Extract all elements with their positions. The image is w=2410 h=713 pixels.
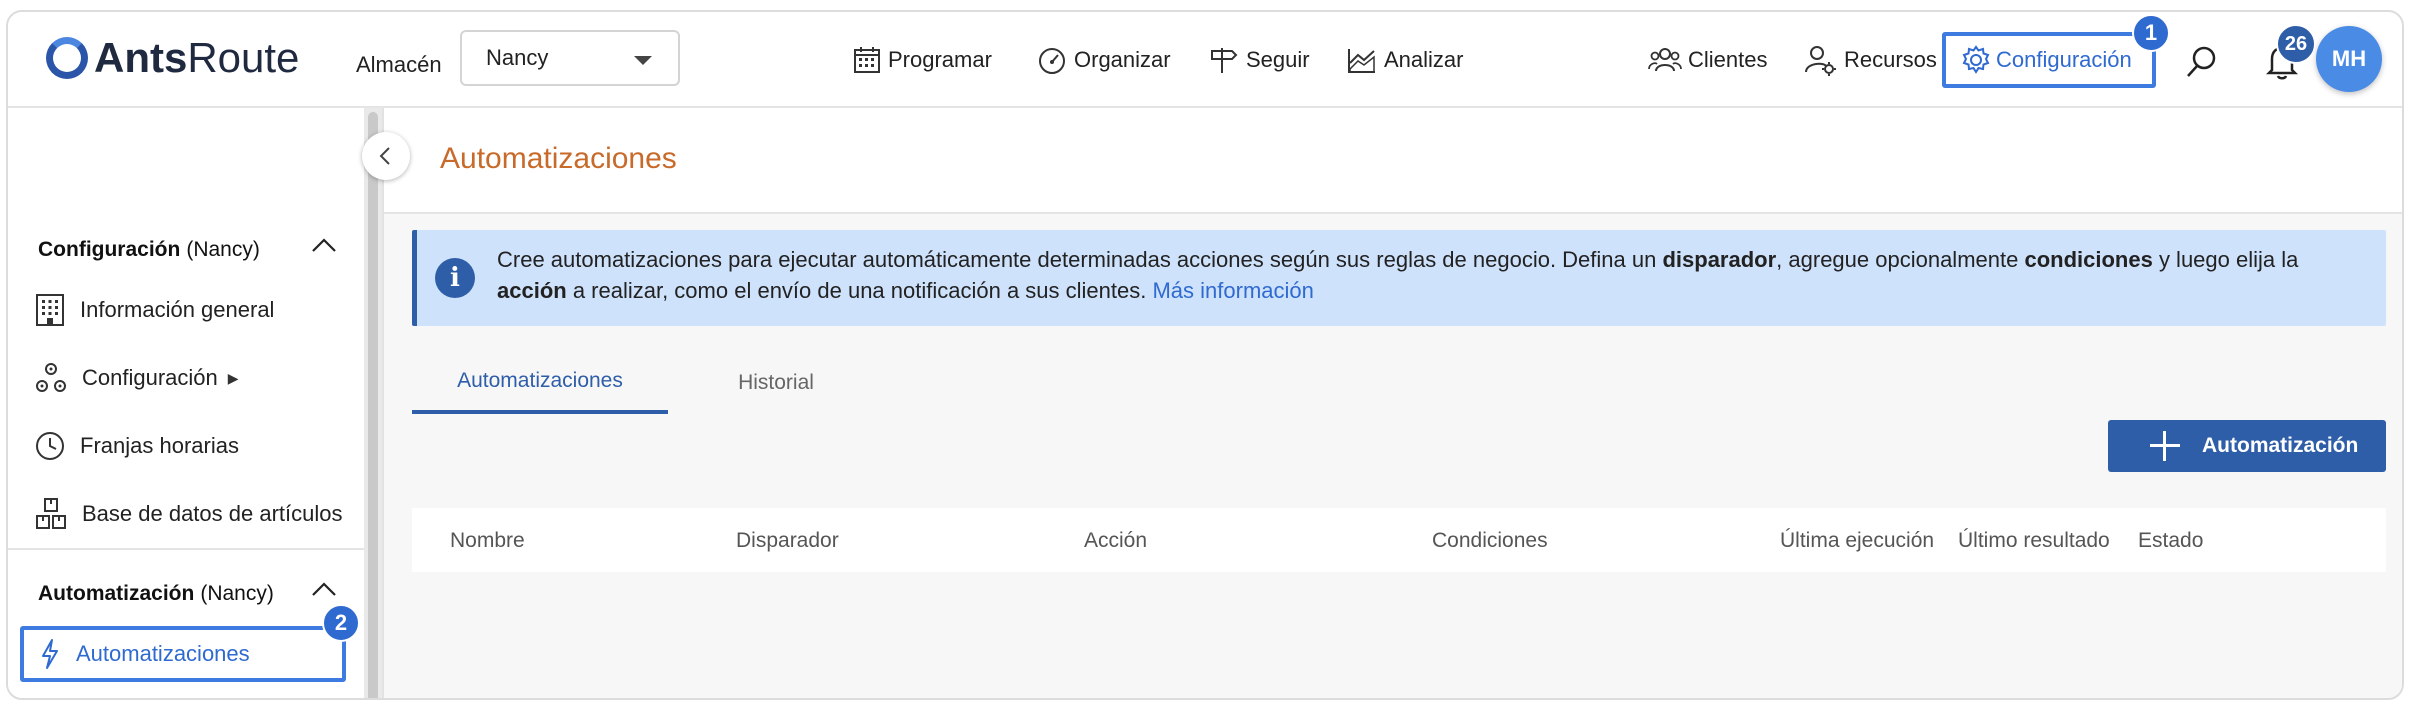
gears-icon bbox=[36, 363, 66, 392]
boxes-icon bbox=[36, 498, 66, 529]
column-header-trigger[interactable]: Disparador bbox=[736, 529, 839, 553]
nav-analyze[interactable]: Analizar bbox=[1346, 40, 1463, 80]
sidebar-item-label: Configuración bbox=[82, 365, 218, 390]
nav-clients-label: Clientes bbox=[1688, 47, 1768, 72]
table-header: Nombre Disparador Acción Condiciones Últ… bbox=[412, 508, 2386, 572]
nav-organize[interactable]: Organizar bbox=[1036, 40, 1171, 80]
speedometer-icon bbox=[1039, 48, 1065, 74]
sidebar-scrollbar[interactable] bbox=[364, 108, 382, 698]
tab-automations[interactable]: Automatizaciones bbox=[412, 352, 668, 414]
main-content: Automatizaciones i Cree automatizaciones… bbox=[382, 108, 2402, 698]
info-text: Cree automatizaciones para ejecutar auto… bbox=[497, 247, 2299, 303]
page-header: Automatizaciones bbox=[384, 108, 2402, 214]
gear-icon bbox=[1962, 45, 1990, 74]
plus-icon bbox=[2150, 431, 2180, 461]
step-badge-2: 2 bbox=[322, 604, 360, 642]
nav-track[interactable]: Seguir bbox=[1208, 40, 1310, 80]
sidebar-automation-section-title: Automatización bbox=[38, 582, 195, 605]
user-gear-icon bbox=[1805, 46, 1836, 76]
warehouse-select[interactable]: Nancy bbox=[460, 30, 680, 86]
chevron-up-icon bbox=[312, 238, 336, 252]
collapse-sidebar-button[interactable] bbox=[362, 132, 410, 180]
antsroute-logo[interactable]: AntsRoute bbox=[46, 30, 299, 86]
app-window: AntsRoute Almacén Nancy Programar Organi… bbox=[6, 10, 2404, 700]
sidebar-item-automations-label: Automatizaciones bbox=[76, 641, 250, 666]
sidebar-item-label: Franjas horarias bbox=[80, 433, 239, 458]
users-icon bbox=[1648, 48, 1682, 72]
column-header-status[interactable]: Estado bbox=[2138, 529, 2203, 553]
chevron-up-icon bbox=[312, 582, 336, 596]
sidebar-config-section-context: (Nancy) bbox=[186, 238, 260, 261]
page-title: Automatizaciones bbox=[440, 142, 677, 175]
user-avatar[interactable]: MH bbox=[2316, 26, 2382, 92]
top-header: AntsRoute Almacén Nancy Programar Organi… bbox=[8, 12, 2402, 108]
sidebar-item-automations[interactable]: Automatizaciones bbox=[20, 626, 346, 682]
nav-schedule-label: Programar bbox=[888, 47, 992, 72]
nav-organize-label: Organizar bbox=[1074, 47, 1171, 72]
sidebar-automation-section-context: (Nancy) bbox=[200, 582, 274, 605]
sidebar-item-article-db[interactable]: Base de datos de artículos bbox=[34, 490, 343, 538]
info-banner: i Cree automatizaciones para ejecutar au… bbox=[412, 230, 2386, 326]
nav-resources[interactable]: Recursos bbox=[1804, 40, 1937, 80]
lightning-icon bbox=[42, 639, 58, 669]
sidebar-divider bbox=[8, 548, 364, 550]
column-header-last-result[interactable]: Último resultado bbox=[1958, 529, 2110, 553]
chart-icon bbox=[1348, 49, 1375, 73]
sidebar: Configuración (Nancy) Información genera… bbox=[8, 108, 364, 698]
more-info-link[interactable]: Más información bbox=[1152, 278, 1313, 303]
nav-resources-label: Recursos bbox=[1844, 47, 1937, 72]
warehouse-label: Almacén bbox=[356, 52, 442, 77]
info-icon: i bbox=[435, 258, 475, 298]
sidebar-automation-section-header[interactable]: Automatización (Nancy) bbox=[38, 582, 338, 606]
step-badge-1: 1 bbox=[2132, 14, 2170, 52]
nav-track-label: Seguir bbox=[1246, 47, 1310, 72]
column-header-action[interactable]: Acción bbox=[1084, 529, 1147, 553]
clock-icon bbox=[36, 432, 64, 460]
sidebar-config-section-title: Configuración bbox=[38, 238, 181, 261]
tab-history[interactable]: Historial bbox=[668, 352, 884, 414]
calendar-icon bbox=[854, 47, 880, 73]
sidebar-item-label: Base de datos de artículos bbox=[82, 501, 343, 526]
sidebar-item-label: Información general bbox=[80, 297, 275, 322]
chevron-left-icon bbox=[379, 147, 390, 165]
scrollbar-thumb[interactable] bbox=[368, 112, 378, 698]
sidebar-item-configuration[interactable]: Configuración ▶ bbox=[34, 354, 239, 402]
sidebar-item-time-slots[interactable]: Franjas horarias bbox=[34, 422, 239, 470]
notification-count-badge: 26 bbox=[2276, 24, 2316, 64]
sidebar-config-section-header[interactable]: Configuración (Nancy) bbox=[38, 238, 338, 262]
column-header-conditions[interactable]: Condiciones bbox=[1432, 529, 1548, 553]
nav-analyze-label: Analizar bbox=[1384, 47, 1464, 72]
logo-mark-icon bbox=[46, 37, 88, 79]
search-icon[interactable] bbox=[2184, 44, 2220, 85]
column-header-name[interactable]: Nombre bbox=[450, 529, 525, 553]
warehouse-value: Nancy bbox=[486, 45, 549, 70]
nav-schedule[interactable]: Programar bbox=[852, 40, 992, 80]
building-icon bbox=[36, 294, 64, 326]
sidebar-item-general-info[interactable]: Información general bbox=[34, 286, 274, 334]
submenu-arrow-icon: ▶ bbox=[227, 369, 239, 386]
signpost-icon bbox=[1211, 48, 1238, 73]
logo-text: AntsRoute bbox=[94, 34, 300, 81]
add-automation-button[interactable]: Automatización bbox=[2108, 420, 2386, 472]
nav-clients[interactable]: Clientes bbox=[1648, 40, 1767, 80]
caret-down-icon bbox=[634, 56, 652, 65]
nav-configuration[interactable]: Configuración bbox=[1942, 32, 2156, 88]
nav-configuration-label: Configuración bbox=[1996, 47, 2132, 72]
column-header-last-run[interactable]: Última ejecución bbox=[1780, 529, 1934, 553]
add-automation-label: Automatización bbox=[2202, 434, 2359, 457]
